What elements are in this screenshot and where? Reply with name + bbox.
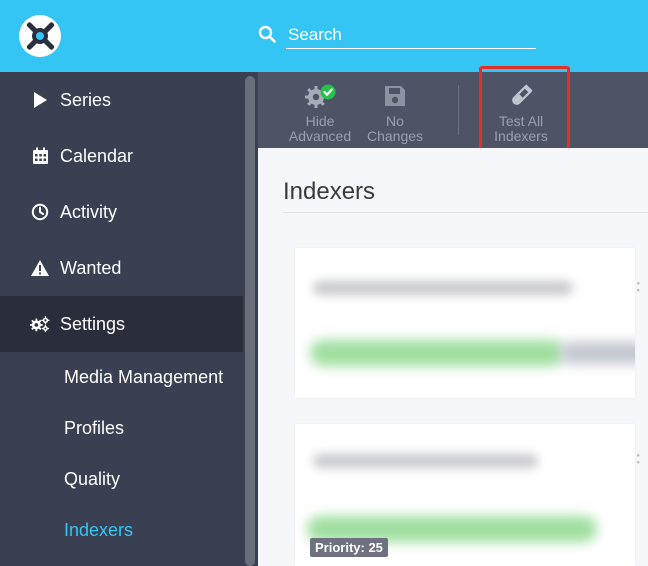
title-divider <box>283 212 648 213</box>
save-icon <box>383 82 407 110</box>
sidebar-item-label: Series <box>60 89 112 110</box>
main-content: Indexers : : Priority: 25 <box>258 148 648 566</box>
sidebar-item-label: Wanted <box>60 257 122 278</box>
indexer-tag-blurred <box>560 342 635 364</box>
no-changes-label-2: Changes <box>366 128 424 144</box>
hide-advanced-label-2: Advanced <box>288 128 352 144</box>
sidebar-item-settings[interactable]: Settings <box>0 296 243 352</box>
page-toolbar: Hide Advanced No Changes Test All Indexe… <box>258 66 648 161</box>
sidebar-item-activity[interactable]: Activity <box>0 184 243 240</box>
indexer-name-blurred <box>313 454 538 468</box>
sidebar: Series Calendar Activity Wanted Settings… <box>0 72 258 566</box>
sidebar-subitem-indexers[interactable]: Indexers <box>0 505 243 556</box>
clock-icon <box>30 202 50 222</box>
indexer-card[interactable] <box>295 248 635 398</box>
sidebar-subitem-label: Profiles <box>64 418 125 438</box>
indexer-status-blurred <box>310 340 565 366</box>
search-input[interactable] <box>286 22 536 49</box>
calendar-icon <box>30 146 50 166</box>
no-changes-label-1: No <box>386 113 404 129</box>
warning-icon <box>30 258 50 278</box>
sidebar-item-wanted[interactable]: Wanted <box>0 240 243 296</box>
sidebar-subitem-label: Media Management <box>64 367 224 387</box>
sidebar-item-label: Settings <box>60 313 126 334</box>
card-edge-glyph: : <box>636 278 641 295</box>
annotation-highlight-box <box>479 66 570 161</box>
priority-badge: Priority: 25 <box>310 538 388 557</box>
cog-check-icon <box>302 82 338 110</box>
hide-advanced-label-1: Hide <box>305 113 335 129</box>
play-icon <box>30 90 50 110</box>
sidebar-subitem-label: Indexers <box>64 520 134 540</box>
indexer-name-blurred <box>313 281 573 295</box>
search-box <box>258 22 536 49</box>
cogs-icon <box>30 314 50 334</box>
sidebar-item-label: Activity <box>60 201 118 222</box>
sidebar-subitem-media-management[interactable]: Media Management <box>0 352 243 403</box>
hide-advanced-button[interactable]: Hide Advanced <box>288 72 352 148</box>
app-logo[interactable] <box>19 15 61 57</box>
sidebar-subitem-quality[interactable]: Quality <box>0 454 243 505</box>
toolbar-separator <box>458 85 459 135</box>
app-header <box>0 0 648 72</box>
no-changes-button[interactable]: No Changes <box>363 72 427 148</box>
sidebar-subitem-profiles[interactable]: Profiles <box>0 403 243 454</box>
sidebar-item-label: Calendar <box>60 145 134 166</box>
page-title: Indexers <box>283 178 376 205</box>
sidebar-scrollbar-thumb[interactable] <box>245 76 255 566</box>
sidebar-subitem-label: Quality <box>64 469 121 489</box>
search-icon <box>258 25 276 43</box>
card-edge-glyph: : <box>636 450 641 467</box>
sidebar-item-calendar[interactable]: Calendar <box>0 128 243 184</box>
sidebar-item-series[interactable]: Series <box>0 72 243 128</box>
